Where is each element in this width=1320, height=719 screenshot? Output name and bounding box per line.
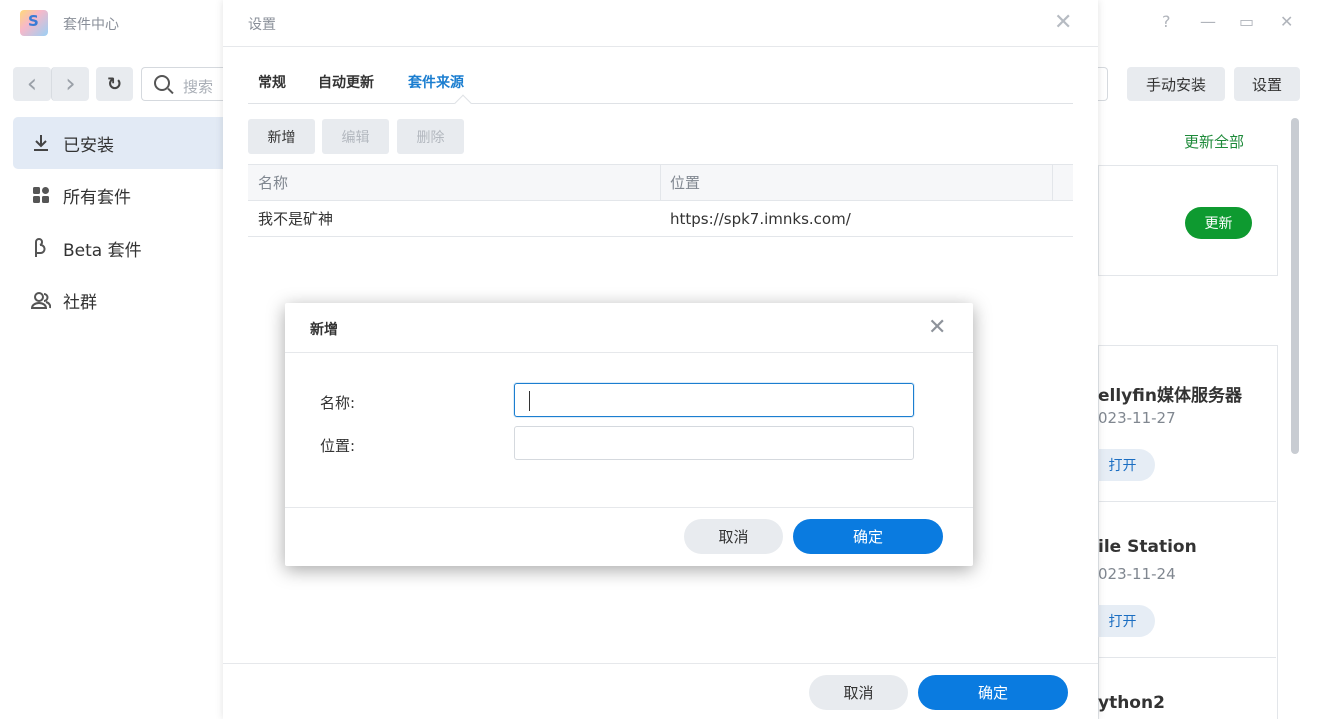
dialog-title: 新增 [310,322,338,338]
open-button[interactable]: 打开 [1090,449,1155,481]
location-input[interactable] [514,426,914,460]
edit-source-button[interactable]: 编辑 [322,119,389,154]
delete-source-button[interactable]: 删除 [397,119,464,154]
forward-button[interactable]: › [51,67,89,101]
settings-cancel-button[interactable]: 取消 [809,675,908,710]
manual-install-button[interactable]: 手动安装 [1127,67,1225,101]
grid-icon [30,184,52,206]
help-icon[interactable]: ? [1162,12,1171,32]
sidebar-item-label: 社群 [63,292,97,313]
chevron-right-icon: › [65,69,76,99]
back-button[interactable]: ‹ [13,67,51,101]
name-input[interactable] [514,383,914,417]
maximize-icon[interactable]: ▭ [1239,12,1254,32]
sources-table: 名称 位置 我不是矿神 https://spk7.imnks.com/ [248,164,1073,237]
refresh-button[interactable]: ↻ [96,67,133,101]
table-row[interactable]: 我不是矿神 https://spk7.imnks.com/ [248,201,1073,237]
package-date: 023-11-24 [1098,565,1176,583]
card-divider [1098,501,1276,502]
name-label: 名称: [320,394,356,412]
window-close-icon[interactable]: ✕ [1280,12,1293,32]
settings-title: 设置 [248,17,276,33]
dialog-cancel-button[interactable]: 取消 [684,519,783,554]
tab-general[interactable]: 常规 [258,72,286,92]
divider [285,507,973,508]
sidebar-item-label: 已安装 [63,135,114,156]
settings-button[interactable]: 设置 [1234,67,1300,101]
package-name: ile Station [1098,537,1197,557]
settings-close-icon[interactable]: ✕ [1054,10,1072,35]
update-button[interactable]: 更新 [1185,207,1252,239]
sidebar-item-label: Beta 套件 [63,240,142,261]
sidebar-item-installed[interactable]: 已安装 [13,117,228,169]
table-header: 名称 位置 [248,164,1073,201]
tabs-underline [248,103,1073,104]
settings-ok-button[interactable]: 确定 [918,675,1068,710]
package-name: ython2 [1098,693,1165,713]
location-label: 位置: [320,437,356,455]
dialog-close-icon[interactable]: ✕ [928,315,946,340]
tab-package-sources[interactable]: 套件来源 [408,72,464,92]
column-header-name[interactable]: 名称 [248,165,288,200]
add-source-dialog: 新增 ✕ 名称: 位置: 取消 确定 [285,303,973,566]
beta-icon [30,237,52,259]
package-center-logo-icon [20,10,48,36]
dialog-ok-button[interactable]: 确定 [793,519,943,554]
package-date: 023-11-27 [1098,409,1176,427]
card-divider [1098,657,1276,658]
refresh-icon: ↻ [106,73,123,95]
sidebar-item-beta[interactable]: Beta 套件 [13,222,228,274]
chevron-left-icon: ‹ [26,69,38,99]
search-placeholder: 搜索 [183,78,214,96]
scrollbar[interactable] [1291,118,1299,454]
divider [285,352,973,353]
source-name-cell: 我不是矿神 [258,210,334,228]
text-cursor [529,391,530,411]
column-header-location[interactable]: 位置 [660,165,700,200]
package-name: ellyfin媒体服务器 [1098,386,1242,406]
active-tab-caret [454,94,472,112]
minimize-icon[interactable]: — [1200,12,1216,32]
tab-auto-update[interactable]: 自动更新 [318,72,374,92]
divider [223,46,1098,47]
source-location-cell: https://spk7.imnks.com/ [670,209,851,228]
update-all-link[interactable]: 更新全部 [1184,131,1244,152]
community-icon [30,289,52,311]
sidebar-item-label: 所有套件 [63,187,131,208]
download-icon [30,132,52,154]
search-icon [154,75,170,91]
sidebar-item-community[interactable]: 社群 [13,274,228,326]
divider [223,663,1098,664]
sidebar-item-all-packages[interactable]: 所有套件 [13,169,228,221]
open-button[interactable]: 打开 [1090,605,1155,637]
app-title: 套件中心 [63,17,119,33]
add-source-button[interactable]: 新增 [248,119,315,154]
